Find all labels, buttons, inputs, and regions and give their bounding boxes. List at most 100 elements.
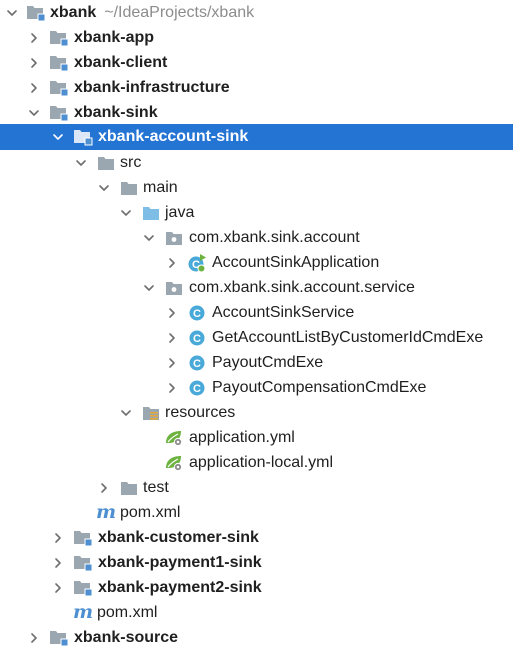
tree-item-label: java [165, 204, 195, 221]
tree-item-label: pom.xml [120, 504, 181, 521]
root-name: xbank [50, 4, 97, 21]
spring-boot-class-icon: C [187, 250, 207, 275]
tree-item-label: xbank-source [74, 629, 179, 646]
tree-item-get-account-list[interactable]: C GetAccountListByCustomerIdCmdExe [0, 325, 513, 350]
tree-item-label: xbank-infrastructure [74, 79, 230, 96]
tree-item-xbank-account-sink[interactable]: xbank-account-sink [0, 124, 513, 150]
module-folder-icon [49, 100, 69, 125]
folder-icon [119, 475, 139, 500]
svg-text:C: C [193, 383, 201, 395]
chevron-down-icon[interactable] [141, 275, 157, 300]
svg-text:C: C [193, 358, 201, 370]
tree-item-xbank-client[interactable]: xbank-client [0, 50, 513, 75]
tree-item-label: xbank-sink [74, 104, 158, 121]
tree-item-label: com.xbank.sink.account.service [189, 279, 415, 296]
chevron-right-icon[interactable] [50, 575, 66, 600]
module-folder-icon [49, 625, 69, 650]
tree-item-main[interactable]: main [0, 175, 513, 200]
chevron-down-icon[interactable] [141, 225, 157, 250]
chevron-right-icon[interactable] [164, 300, 180, 325]
svg-text:C: C [193, 308, 201, 320]
tree-item-xbank-sink[interactable]: xbank-sink [0, 100, 513, 125]
chevron-down-icon[interactable] [96, 175, 112, 200]
module-folder-icon [73, 124, 93, 149]
tree-item-xbank-source[interactable]: xbank-source [0, 625, 513, 650]
tree-item-label: PayoutCompensationCmdExe [212, 379, 427, 396]
tree-item-label: application-local.yml [189, 454, 334, 471]
tree-item-payout-cmd-exe[interactable]: C PayoutCmdExe [0, 350, 513, 375]
module-folder-icon [26, 0, 46, 25]
tree-item-label: application.yml [189, 429, 295, 446]
class-icon: C [187, 300, 207, 325]
class-icon: C [187, 375, 207, 400]
chevron-right-icon[interactable] [164, 350, 180, 375]
chevron-right-icon[interactable] [26, 625, 42, 650]
tree-item-application-yml[interactable]: application.yml [0, 425, 513, 450]
tree-item-pom-sink[interactable]: m pom.xml [0, 600, 513, 625]
resources-folder-icon [141, 400, 161, 425]
tree-item-label: AccountSinkService [212, 304, 355, 321]
root-path: ~/IdeaProjects/xbank [104, 4, 255, 21]
tree-item-label: AccountSinkApplication [212, 254, 380, 271]
tree-item-xbank-infrastructure[interactable]: xbank-infrastructure [0, 75, 513, 100]
tree-item-label: main [143, 179, 178, 196]
spring-yaml-icon [164, 450, 184, 475]
chevron-right-icon[interactable] [164, 250, 180, 275]
module-folder-icon [49, 25, 69, 50]
maven-file-icon: m [72, 601, 94, 623]
tree-item-pom-account-sink[interactable]: m pom.xml [0, 500, 513, 525]
tree-item-label: PayoutCmdExe [212, 354, 324, 371]
tree-item-application-local-yml[interactable]: application-local.yml [0, 450, 513, 475]
source-root-folder-icon [141, 200, 161, 225]
chevron-down-icon[interactable] [118, 200, 134, 225]
tree-item-java[interactable]: java [0, 200, 513, 225]
tree-item-xbank-app[interactable]: xbank-app [0, 25, 513, 50]
tree-item-label: pom.xml [97, 604, 158, 621]
tree-item-account-sink-application[interactable]: C AccountSinkApplication [0, 250, 513, 275]
root-label: xbank ~/IdeaProjects/xbank [50, 0, 254, 25]
tree-item-xbank-payment1-sink[interactable]: xbank-payment1-sink [0, 550, 513, 575]
maven-file-icon: m [95, 501, 117, 523]
tree-item-account-sink-service[interactable]: C AccountSinkService [0, 300, 513, 325]
tree-root-xbank[interactable]: xbank ~/IdeaProjects/xbank [0, 0, 513, 25]
class-icon: C [187, 325, 207, 350]
chevron-right-icon[interactable] [164, 325, 180, 350]
tree-item-label: resources [165, 404, 236, 421]
tree-item-label: xbank-account-sink [98, 128, 249, 145]
chevron-down-icon[interactable] [26, 100, 42, 125]
tree-item-label: GetAccountListByCustomerIdCmdExe [212, 329, 484, 346]
tree-item-label: test [143, 479, 169, 496]
chevron-down-icon[interactable] [4, 0, 20, 25]
chevron-right-icon[interactable] [26, 50, 42, 75]
tree-item-resources[interactable]: resources [0, 400, 513, 425]
module-folder-icon [73, 550, 93, 575]
chevron-right-icon[interactable] [164, 375, 180, 400]
chevron-right-icon[interactable] [26, 75, 42, 100]
chevron-right-icon[interactable] [96, 475, 112, 500]
chevron-right-icon[interactable] [50, 525, 66, 550]
tree-item-label: com.xbank.sink.account [189, 229, 360, 246]
package-icon [164, 275, 184, 300]
chevron-down-icon[interactable] [118, 400, 134, 425]
tree-item-package-account-service[interactable]: com.xbank.sink.account.service [0, 275, 513, 300]
tree-item-payout-compensation[interactable]: C PayoutCompensationCmdExe [0, 375, 513, 400]
tree-item-label: xbank-payment1-sink [98, 554, 262, 571]
tree-item-test[interactable]: test [0, 475, 513, 500]
tree-item-label: src [120, 154, 142, 171]
tree-item-label: xbank-app [74, 29, 155, 46]
chevron-down-icon[interactable] [73, 150, 89, 175]
folder-icon [119, 175, 139, 200]
chevron-right-icon[interactable] [50, 550, 66, 575]
spring-yaml-icon [164, 425, 184, 450]
tree-item-xbank-customer-sink[interactable]: xbank-customer-sink [0, 525, 513, 550]
package-icon [164, 225, 184, 250]
module-folder-icon [49, 75, 69, 100]
folder-icon [96, 150, 116, 175]
tree-item-xbank-payment2-sink[interactable]: xbank-payment2-sink [0, 575, 513, 600]
module-folder-icon [73, 575, 93, 600]
tree-item-package-account[interactable]: com.xbank.sink.account [0, 225, 513, 250]
tree-item-src[interactable]: src [0, 150, 513, 175]
project-tree: xbank ~/IdeaProjects/xbank xbank-app xban… [0, 0, 513, 651]
chevron-right-icon[interactable] [26, 25, 42, 50]
chevron-down-icon[interactable] [50, 124, 66, 149]
